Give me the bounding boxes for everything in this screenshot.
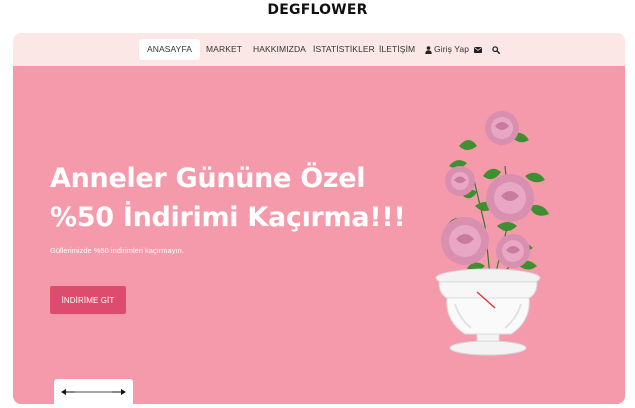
- hero-subtext: Güllerimizde %50 indirimleri kaçırmayın.: [50, 246, 184, 255]
- nav-item-anasayfa[interactable]: ANASAYFA: [139, 39, 201, 60]
- hero-headline-line2: %50 İndirimi Kaçırma!!!: [50, 202, 406, 233]
- nav-item-market[interactable]: MARKET: [206, 39, 242, 60]
- nav-item-istatistikler[interactable]: İSTATİSTİKLER: [313, 39, 375, 60]
- discount-cta-button[interactable]: İNDİRİME GİT: [50, 286, 126, 314]
- mail-icon[interactable]: [473, 39, 483, 60]
- arrow-right-icon[interactable]: [112, 389, 126, 395]
- nav-item-iletisim[interactable]: İLETİŞİM: [379, 39, 415, 60]
- hero-banner: Anneler Gününe Özel %50 İndirimi Kaçırma…: [13, 66, 625, 404]
- main-nav: ANASAYFA MARKET HAKKIMIZDA İSTATİSTİKLER…: [13, 33, 625, 66]
- search-icon[interactable]: [491, 39, 501, 60]
- hero-headline-line1: Anneler Gününe Özel: [50, 163, 366, 194]
- nav-item-hakkimizda[interactable]: HAKKIMIZDA: [253, 39, 306, 60]
- brand-logo[interactable]: DEGFLOWER: [0, 2, 635, 18]
- slider-controls: [54, 379, 133, 404]
- user-icon: [424, 39, 432, 60]
- top-navbar: ANASAYFA MARKET HAKKIMIZDA İSTATİSTİKLER…: [13, 33, 625, 66]
- arrow-left-icon[interactable]: [61, 389, 75, 395]
- login-link[interactable]: Giriş Yap: [434, 39, 469, 60]
- hero-headline: Anneler Gününe Özel %50 İndirimi Kaçırma…: [50, 159, 406, 237]
- rose-pot-image: [435, 111, 549, 356]
- flower-pot: [435, 268, 541, 356]
